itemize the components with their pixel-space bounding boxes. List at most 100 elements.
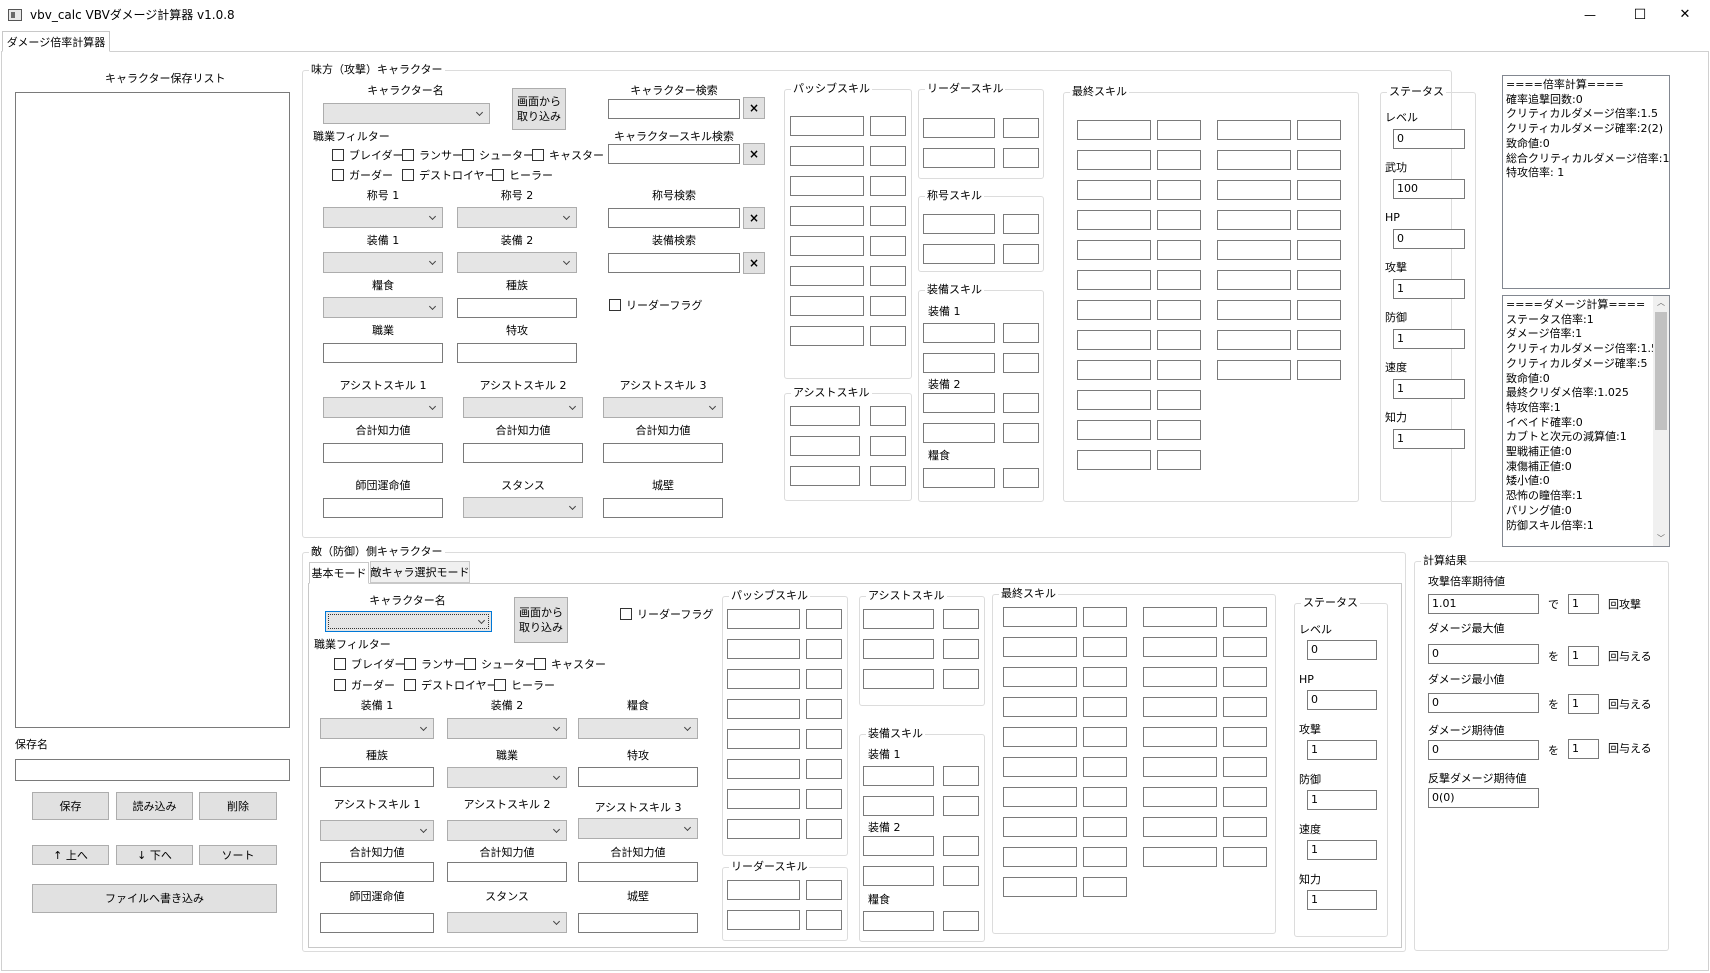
ally-final-skill-right-value-field[interactable]: [1297, 240, 1341, 260]
ally-equip2-select[interactable]: [457, 252, 577, 273]
ally-final-skill-left-value-field[interactable]: [1157, 150, 1201, 170]
enemy-leader-skill-value-field[interactable]: [806, 880, 842, 900]
ally-passive-skill-name-field[interactable]: [790, 146, 864, 166]
ally-leader-flag-checkbox[interactable]: リーダーフラグ: [609, 298, 702, 312]
enemy-equip-skill-food-name-field[interactable]: [863, 911, 934, 931]
enemy-def-input[interactable]: 1: [1307, 790, 1377, 810]
enemy-final-skill-left-name-field[interactable]: [1003, 727, 1077, 747]
enemy-final-skill-left-name-field[interactable]: [1003, 757, 1077, 777]
dmg-exp-count-input[interactable]: 1: [1568, 739, 1599, 759]
ally-final-skill-right-value-field[interactable]: [1297, 180, 1341, 200]
ally-race-input[interactable]: [457, 298, 577, 318]
enemy-total-int2-input[interactable]: [447, 862, 567, 882]
ally-assist-skill-name-field[interactable]: [790, 436, 860, 456]
enemy-passive-skill-value-field[interactable]: [806, 729, 842, 749]
dmg-min-count-input[interactable]: 1: [1568, 694, 1599, 714]
enemy-equip-skill-1-value-field[interactable]: [943, 766, 979, 786]
load-button[interactable]: 読み込み: [116, 792, 193, 820]
ally-final-skill-left-value-field[interactable]: [1157, 450, 1201, 470]
ally-final-skill-right-value-field[interactable]: [1297, 120, 1341, 140]
ally-passive-skill-name-field[interactable]: [790, 116, 864, 136]
enemy-passive-skill-value-field[interactable]: [806, 639, 842, 659]
enemy-job-blader-checkbox[interactable]: ブレイダー: [334, 657, 406, 671]
enemy-equip-skill-2-value-field[interactable]: [943, 836, 979, 856]
enemy-final-skill-right-name-field[interactable]: [1143, 847, 1217, 867]
enemy-final-skill-left-name-field[interactable]: [1003, 637, 1077, 657]
ally-final-skill-left-value-field[interactable]: [1157, 360, 1201, 380]
ally-passive-skill-name-field[interactable]: [790, 326, 864, 346]
ally-final-skill-left-value-field[interactable]: [1157, 240, 1201, 260]
ally-job-destroyer-checkbox[interactable]: デストロイヤー: [402, 168, 496, 182]
ally-passive-skill-name-field[interactable]: [790, 236, 864, 256]
ally-job-guarder-checkbox[interactable]: ガーダー: [332, 168, 393, 182]
ally-leader-skill-value-field[interactable]: [1003, 118, 1039, 138]
enemy-final-skill-right-value-field[interactable]: [1223, 607, 1267, 627]
ally-final-skill-right-value-field[interactable]: [1297, 150, 1341, 170]
enemy-race-input[interactable]: [320, 767, 434, 787]
ally-equip-search-input[interactable]: [608, 253, 740, 273]
enemy-int-input[interactable]: 1: [1307, 890, 1377, 910]
ally-passive-skill-value-field[interactable]: [870, 236, 906, 256]
enemy-assist-skill-name-field[interactable]: [863, 609, 934, 629]
ally-def-input[interactable]: 1: [1393, 329, 1465, 349]
enemy-final-skill-left-value-field[interactable]: [1083, 727, 1127, 747]
enemy-job-guarder-checkbox[interactable]: ガーダー: [334, 678, 395, 692]
enemy-special-input[interactable]: [578, 767, 698, 787]
enemy-final-skill-right-value-field[interactable]: [1223, 637, 1267, 657]
ally-equip-skill-2-name-field[interactable]: [923, 423, 995, 443]
ally-assist-skill-value-field[interactable]: [870, 406, 906, 426]
ally-assist1-select[interactable]: [323, 397, 443, 418]
ally-final-skill-right-name-field[interactable]: [1217, 150, 1291, 170]
maximize-button[interactable]: ☐: [1620, 4, 1660, 26]
tab-enemy-select-mode[interactable]: 敵キャラ選択モード: [370, 561, 470, 583]
enemy-final-skill-right-name-field[interactable]: [1143, 637, 1217, 657]
enemy-final-skill-right-name-field[interactable]: [1143, 817, 1217, 837]
enemy-spd-input[interactable]: 1: [1307, 840, 1377, 860]
enemy-passive-skill-value-field[interactable]: [806, 609, 842, 629]
enemy-job-shooter-checkbox[interactable]: シューター: [464, 657, 536, 671]
ally-final-skill-left-name-field[interactable]: [1077, 210, 1151, 230]
scroll-thumb[interactable]: [1655, 312, 1667, 430]
minimize-button[interactable]: —: [1570, 4, 1610, 26]
enemy-assist-skill-value-field[interactable]: [943, 609, 979, 629]
ally-passive-skill-value-field[interactable]: [870, 266, 906, 286]
ally-equip1-select[interactable]: [323, 252, 443, 273]
ally-char-skill-search-input[interactable]: [608, 144, 740, 164]
enemy-final-skill-left-name-field[interactable]: [1003, 817, 1077, 837]
ally-title-skill-value-field[interactable]: [1003, 214, 1039, 234]
enemy-import-button[interactable]: 画面から 取り込み: [514, 597, 568, 643]
enemy-passive-skill-name-field[interactable]: [727, 699, 800, 719]
character-save-list[interactable]: [15, 92, 290, 728]
ally-equip-skill-1-value-field[interactable]: [1003, 323, 1039, 343]
ally-final-skill-left-name-field[interactable]: [1077, 330, 1151, 350]
ally-assist-skill-name-field[interactable]: [790, 406, 860, 426]
enemy-final-skill-left-name-field[interactable]: [1003, 787, 1077, 807]
ally-fate-input[interactable]: [323, 498, 443, 518]
ally-char-search-input[interactable]: [608, 99, 740, 119]
enemy-final-skill-left-value-field[interactable]: [1083, 787, 1127, 807]
ally-final-skill-left-name-field[interactable]: [1077, 420, 1151, 440]
ally-final-skill-right-name-field[interactable]: [1217, 180, 1291, 200]
enemy-final-skill-left-name-field[interactable]: [1003, 607, 1077, 627]
enemy-passive-skill-name-field[interactable]: [727, 639, 800, 659]
enemy-final-skill-left-value-field[interactable]: [1083, 877, 1127, 897]
ally-food-select[interactable]: [323, 297, 443, 318]
ally-assist3-select[interactable]: [603, 397, 723, 418]
ally-special-input[interactable]: [457, 343, 577, 363]
enemy-food-select[interactable]: [578, 718, 698, 739]
ally-title-skill-name-field[interactable]: [923, 244, 995, 264]
ally-total-int3-input[interactable]: [603, 443, 723, 463]
enemy-passive-skill-value-field[interactable]: [806, 759, 842, 779]
enemy-assist-skill-value-field[interactable]: [943, 669, 979, 689]
enemy-job-healer-checkbox[interactable]: ヒーラー: [494, 678, 555, 692]
enemy-assist-skill-value-field[interactable]: [943, 639, 979, 659]
ally-title2-select[interactable]: [457, 207, 577, 228]
ally-final-skill-right-name-field[interactable]: [1217, 300, 1291, 320]
ally-title-skill-name-field[interactable]: [923, 214, 995, 234]
ally-final-skill-left-name-field[interactable]: [1077, 300, 1151, 320]
enemy-final-skill-right-value-field[interactable]: [1223, 847, 1267, 867]
save-button[interactable]: 保存: [32, 792, 109, 820]
ally-final-skill-right-value-field[interactable]: [1297, 300, 1341, 320]
enemy-equip-skill-1-name-field[interactable]: [863, 766, 934, 786]
dmg-min-input[interactable]: 0: [1428, 693, 1539, 713]
